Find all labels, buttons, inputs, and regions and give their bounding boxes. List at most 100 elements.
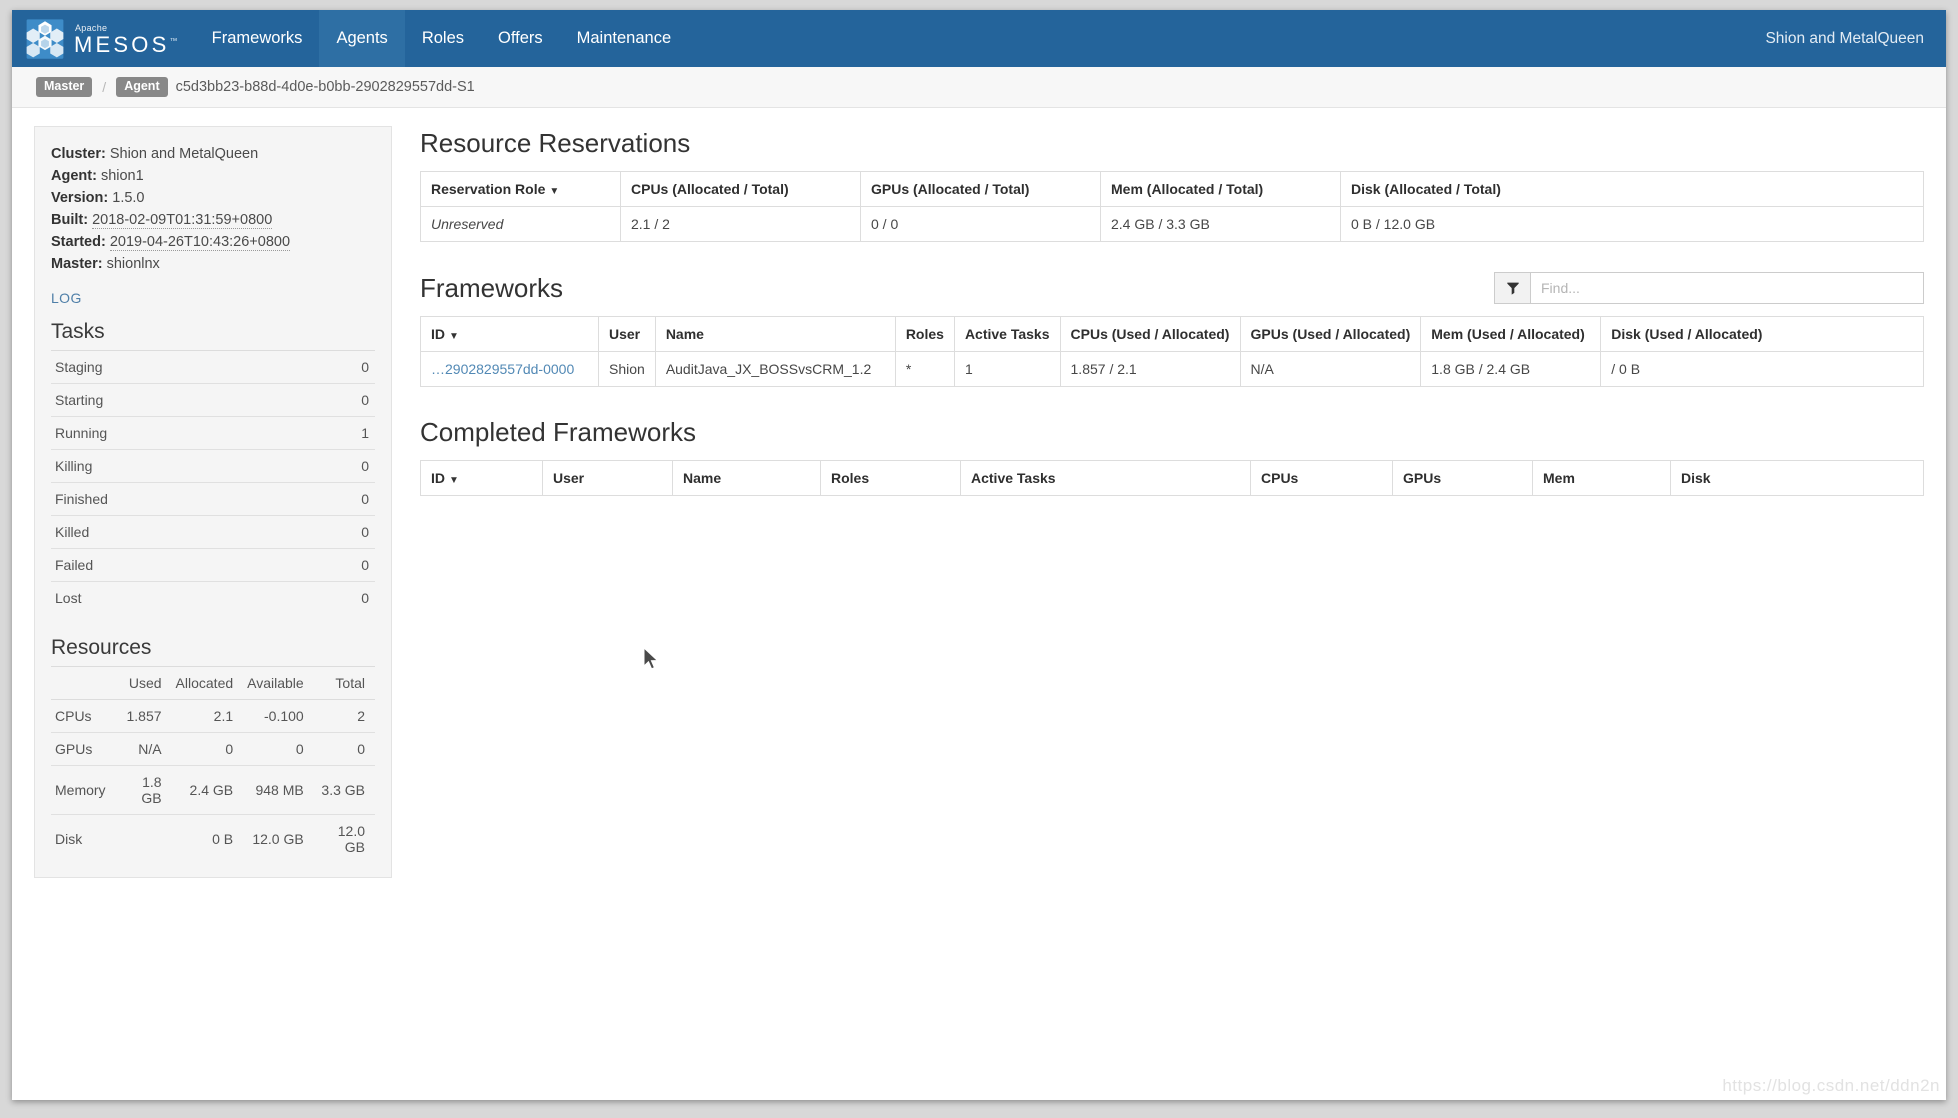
col-framework-user[interactable]: User [598, 316, 656, 352]
brand-logo[interactable]: Apache MESOS™ [12, 10, 195, 67]
resource-used-memory: 1.8 GB [115, 765, 172, 815]
col-completed-roles[interactable]: Roles [820, 460, 961, 496]
resources-header-row: Used Allocated Available Total [51, 666, 375, 700]
resource-used-gpus: N/A [115, 732, 172, 766]
task-label-staging: Staging [51, 350, 300, 384]
trademark-symbol: ™ [169, 36, 181, 46]
breadcrumb-agent-badge[interactable]: Agent [116, 77, 168, 97]
col-framework-id[interactable]: ID ▼ [420, 316, 599, 352]
col-reservation-cpus[interactable]: CPUs (Allocated / Total) [620, 171, 861, 207]
sort-caret-icon: ▼ [449, 331, 459, 342]
watermark-text: https://blog.csdn.net/ddn2n [1722, 1076, 1940, 1095]
frameworks-header-row: Frameworks [420, 272, 1924, 304]
completed-frameworks-table: ID ▼ User Name Roles Active Tasks CPUs GP… [420, 460, 1924, 496]
resource-allocated-cpus: 2.1 [171, 699, 244, 733]
col-reservation-gpus[interactable]: GPUs (Allocated / Total) [860, 171, 1101, 207]
col-framework-active-tasks[interactable]: Active Tasks [953, 316, 1061, 352]
task-label-starting: Starting [51, 383, 300, 417]
task-count-failed: 0 [299, 548, 375, 582]
task-label-finished: Finished [51, 482, 300, 516]
task-label-killed: Killed [51, 515, 300, 549]
framework-disk-value: / 0 B [1600, 351, 1924, 387]
resources-col-total: Total [313, 666, 375, 700]
resource-reservations-heading: Resource Reservations [420, 128, 691, 158]
info-built: Built: 2018-02-09T01:31:59+0800 [51, 209, 375, 231]
info-master-label: Master: [51, 256, 103, 273]
reservation-cpus-value: 2.1 / 2 [620, 206, 861, 242]
top-navbar: Apache MESOS™ Frameworks Agents Roles Of… [12, 10, 1946, 67]
info-cluster-value: Shion and MetalQueen [109, 146, 259, 162]
col-framework-roles[interactable]: Roles [894, 316, 955, 352]
nav-item-frameworks[interactable]: Frameworks [195, 10, 320, 67]
sort-caret-icon: ▼ [449, 475, 459, 486]
col-framework-gpus[interactable]: GPUs (Used / Allocated) [1239, 316, 1422, 352]
col-completed-active-tasks[interactable]: Active Tasks [960, 460, 1251, 496]
col-reservation-mem[interactable]: Mem (Allocated / Total) [1100, 171, 1341, 207]
nav-items: Frameworks Agents Roles Offers Maintenan… [195, 10, 688, 67]
agent-sidebar: Cluster: Shion and MetalQueen Agent: shi… [34, 126, 392, 879]
table-row: Memory 1.8 GB 2.4 GB 948 MB 3.3 GB [51, 765, 375, 815]
resource-allocated-gpus: 0 [171, 732, 244, 766]
breadcrumb-separator: / [102, 79, 107, 95]
breadcrumb-master-link[interactable]: Master [36, 77, 93, 97]
col-reservation-disk[interactable]: Disk (Allocated / Total) [1340, 171, 1924, 207]
framework-id-cell: …2902829557dd-0000 [420, 351, 599, 387]
col-completed-user[interactable]: User [542, 460, 673, 496]
tasks-heading: Tasks [51, 320, 105, 344]
completed-frameworks-section: Completed Frameworks ID ▼ User Name Roles… [420, 417, 1924, 496]
cluster-name-label: Shion and MetalQueen [1765, 29, 1924, 47]
table-row: Failed 0 [51, 548, 375, 582]
col-completed-name[interactable]: Name [672, 460, 821, 496]
framework-roles-value: * [894, 351, 955, 387]
info-agent-label: Agent: [51, 168, 97, 185]
col-framework-mem[interactable]: Mem (Used / Allocated) [1420, 316, 1602, 352]
framework-name-value: AuditJava_JX_BOSSvsCRM_1.2 [654, 351, 896, 387]
framework-active-tasks-value: 1 [953, 351, 1061, 387]
brand-mesos-label: MESOS™ [74, 31, 181, 57]
frameworks-heading: Frameworks [420, 273, 564, 303]
col-completed-id[interactable]: ID ▼ [420, 460, 543, 496]
table-row: Lost 0 [51, 581, 375, 615]
nav-item-agents[interactable]: Agents [319, 10, 405, 67]
col-reservation-role[interactable]: Reservation Role ▼ [420, 171, 621, 207]
browser-window: Apache MESOS™ Frameworks Agents Roles Of… [12, 10, 1946, 1100]
col-completed-disk[interactable]: Disk [1670, 460, 1924, 496]
task-count-finished: 0 [299, 482, 375, 516]
info-master: Master: shionlnx [51, 253, 375, 275]
col-completed-gpus[interactable]: GPUs [1392, 460, 1533, 496]
sort-caret-icon: ▼ [549, 186, 560, 197]
nav-item-roles[interactable]: Roles [405, 10, 481, 67]
col-completed-cpus[interactable]: CPUs [1250, 460, 1393, 496]
resource-allocated-memory: 2.4 GB [171, 765, 244, 815]
log-link[interactable]: LOG [51, 290, 82, 306]
task-count-running: 1 [299, 416, 375, 450]
resource-available-gpus: 0 [243, 732, 314, 766]
table-row: CPUs 1.857 2.1 -0.100 2 [51, 699, 375, 733]
info-built-label: Built: [51, 212, 89, 229]
framework-id-link[interactable]: …2902829557dd-0000 [431, 361, 574, 377]
frameworks-search [1494, 272, 1924, 304]
frameworks-search-input[interactable] [1531, 273, 1923, 303]
resources-heading: Resources [51, 636, 152, 660]
nav-item-offers[interactable]: Offers [481, 10, 560, 67]
table-row: Finished 0 [51, 482, 375, 516]
col-framework-disk[interactable]: Disk (Used / Allocated) [1600, 316, 1924, 352]
frameworks-section: Frameworks Find... ID ▼ User Name Roles … [420, 272, 1924, 387]
reservation-disk-value: 0 B / 12.0 GB [1340, 206, 1924, 242]
nav-item-maintenance[interactable]: Maintenance [560, 10, 688, 67]
info-started-label: Started: [51, 234, 106, 251]
col-framework-cpus[interactable]: CPUs (Used / Allocated) [1059, 316, 1241, 352]
resource-total-disk: 12.0 GB [313, 814, 375, 864]
task-count-lost: 0 [299, 581, 375, 615]
task-label-killing: Killing [51, 449, 300, 483]
table-row: …2902829557dd-0000 Shion AuditJava_JX_BO… [420, 351, 1924, 387]
col-completed-mem[interactable]: Mem [1532, 460, 1671, 496]
filter-button[interactable] [1495, 273, 1531, 303]
resources-col-used: Used [115, 666, 172, 700]
table-row: Disk 0 B 12.0 GB 12.0 GB [51, 814, 375, 864]
resources-table: Used Allocated Available Total CPUs 1.85… [51, 666, 375, 864]
table-row: Running 1 [51, 416, 375, 450]
mesos-logo-icon [26, 18, 64, 59]
resource-reservations-table: Reservation Role ▼ CPUs (Allocated / Tota… [420, 171, 1924, 242]
col-framework-name[interactable]: Name [654, 316, 896, 352]
